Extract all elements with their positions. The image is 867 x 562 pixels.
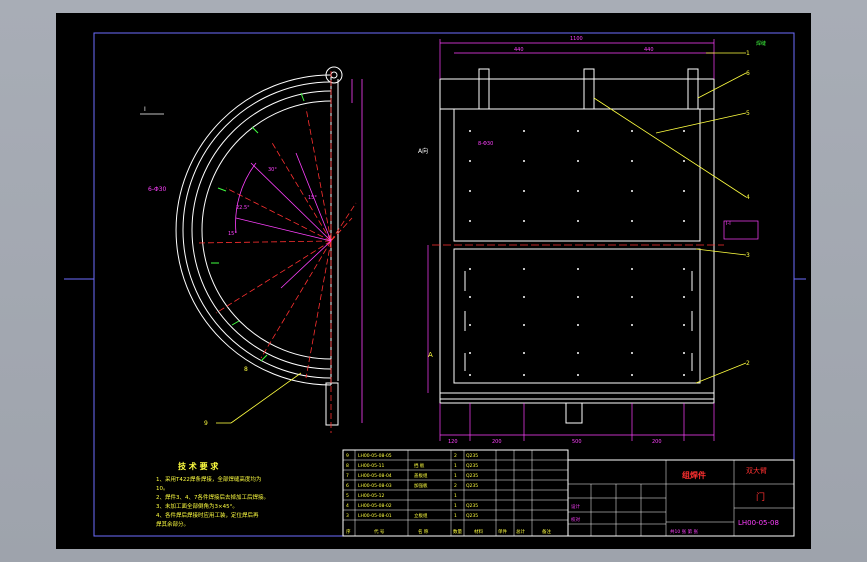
bom-header-note: 备注: [542, 528, 551, 535]
weld-note: 焊缝: [756, 40, 766, 47]
bom-code: LH00-05-08-04: [358, 473, 392, 479]
bom-header-total: 总计: [516, 528, 525, 535]
dim-bottom-4: 200: [652, 439, 662, 445]
bom-no: 8: [346, 463, 349, 469]
tech-heading: 技 术 要 求: [178, 461, 219, 471]
tech-item-4b: 焊其余部分。: [156, 520, 189, 528]
bom-mat: Q235: [466, 473, 478, 479]
drawing-number: LH00-05-08: [738, 519, 779, 527]
design-label: 设计: [571, 503, 580, 510]
drawing-canvas: 9 8 I 6-Φ30 30° 22.5° 15° 15° 1100 440 4…: [56, 13, 811, 549]
tech-item-4: 4、各件焊后焊接时应用工装，定位焊后再: [156, 511, 259, 519]
angle-label-2: 22.5°: [236, 205, 250, 211]
bom-code: LH00-05-12: [358, 493, 384, 499]
bom-code: LH00-05-08-03: [358, 483, 392, 489]
bom-no: 5: [346, 493, 349, 499]
front-balloon-6: 6: [746, 70, 750, 77]
bom-qty: 1: [454, 463, 457, 469]
bom-no: 6: [346, 483, 349, 489]
dim-bottom-1: 120: [448, 439, 458, 445]
bom-no: 9: [346, 453, 349, 459]
check-label: 校对: [571, 516, 580, 523]
bom-mat: Q235: [466, 503, 478, 509]
front-balloon-2: 2: [746, 360, 750, 367]
bom-code: LH00-05-08-02: [358, 503, 392, 509]
bom-header-mat: 材料: [474, 528, 483, 535]
front-balloon-1: 1: [746, 50, 750, 57]
front-balloon-3: 3: [746, 252, 750, 259]
part-symbol: 门: [756, 491, 765, 503]
angle-label-1: 30°: [268, 167, 277, 173]
side-hole-note: 6-Φ30: [148, 186, 167, 193]
bom-no: 7: [346, 473, 349, 479]
bom-qty: 1: [454, 503, 457, 509]
bom-qty: 2: [454, 453, 457, 459]
side-balloon-9: 9: [204, 420, 208, 427]
bom-code: LH00-05-08-05: [358, 453, 392, 459]
bom-code: LH00-05-08-01: [358, 513, 392, 519]
bom-name: 立板组: [414, 512, 428, 519]
section-label: I-I: [726, 221, 731, 227]
bom-name: 加强板: [414, 482, 428, 489]
tech-item-3: 3、未加工面全部倒角为3×45°。: [156, 502, 238, 510]
tech-item-1b: 10。: [156, 486, 169, 492]
bom-header-code: 代 号: [374, 528, 385, 535]
bom-mat: Q235: [466, 463, 478, 469]
bom-qty: 1: [454, 513, 457, 519]
view-mark-a: A: [428, 351, 433, 359]
bom-header-qty: 数量: [453, 528, 462, 535]
bom-qty: 1: [454, 473, 457, 479]
dim-left-seg: 440: [514, 47, 524, 53]
bom-mat: Q235: [466, 513, 478, 519]
dim-right-seg: 440: [644, 47, 654, 53]
dim-bottom-2: 200: [492, 439, 502, 445]
bom-code: LH00-05-11: [358, 463, 384, 469]
bom-header-name: 名 称: [418, 528, 429, 535]
front-balloon-5: 5: [746, 110, 750, 117]
angle-label-3: 15°: [308, 195, 317, 201]
sheet-info: 共10 张 第 张: [670, 528, 699, 535]
dim-bottom-3: 500: [572, 439, 582, 445]
dim-overall-width: 1100: [570, 36, 583, 42]
bom-mat: Q235: [466, 453, 478, 459]
tech-item-1: 1、采用T422焊条焊接，全部焊缝高度均为: [156, 475, 261, 483]
tech-item-2: 2、焊件3、4、7各件焊接后去掉加工后焊接。: [156, 493, 269, 501]
part-name: 组焊件: [682, 470, 706, 480]
bom-no: 4: [346, 503, 349, 509]
assembly-name: 双大臂: [746, 466, 767, 475]
bom-qty: 2: [454, 483, 457, 489]
side-balloon-8: 8: [244, 366, 248, 373]
front-hole-note: 8-Φ30: [478, 141, 493, 147]
bom-name: 挡 板: [414, 462, 425, 469]
bom-no: 3: [346, 513, 349, 519]
bom-name: 盖板组: [414, 472, 428, 479]
angle-label-4: 15°: [228, 231, 237, 237]
cad-drawing-sheet: 9 8 I 6-Φ30 30° 22.5° 15° 15° 1100 440 4…: [56, 13, 811, 549]
bom-header-no: 序: [346, 528, 351, 535]
bom-qty: 1: [454, 493, 457, 499]
front-callout-a: A向: [418, 147, 428, 155]
section-ref-label: I: [144, 106, 146, 113]
front-balloon-4: 4: [746, 194, 750, 201]
bom-header-weight: 单件: [498, 528, 507, 535]
bom-mat: Q235: [466, 483, 478, 489]
